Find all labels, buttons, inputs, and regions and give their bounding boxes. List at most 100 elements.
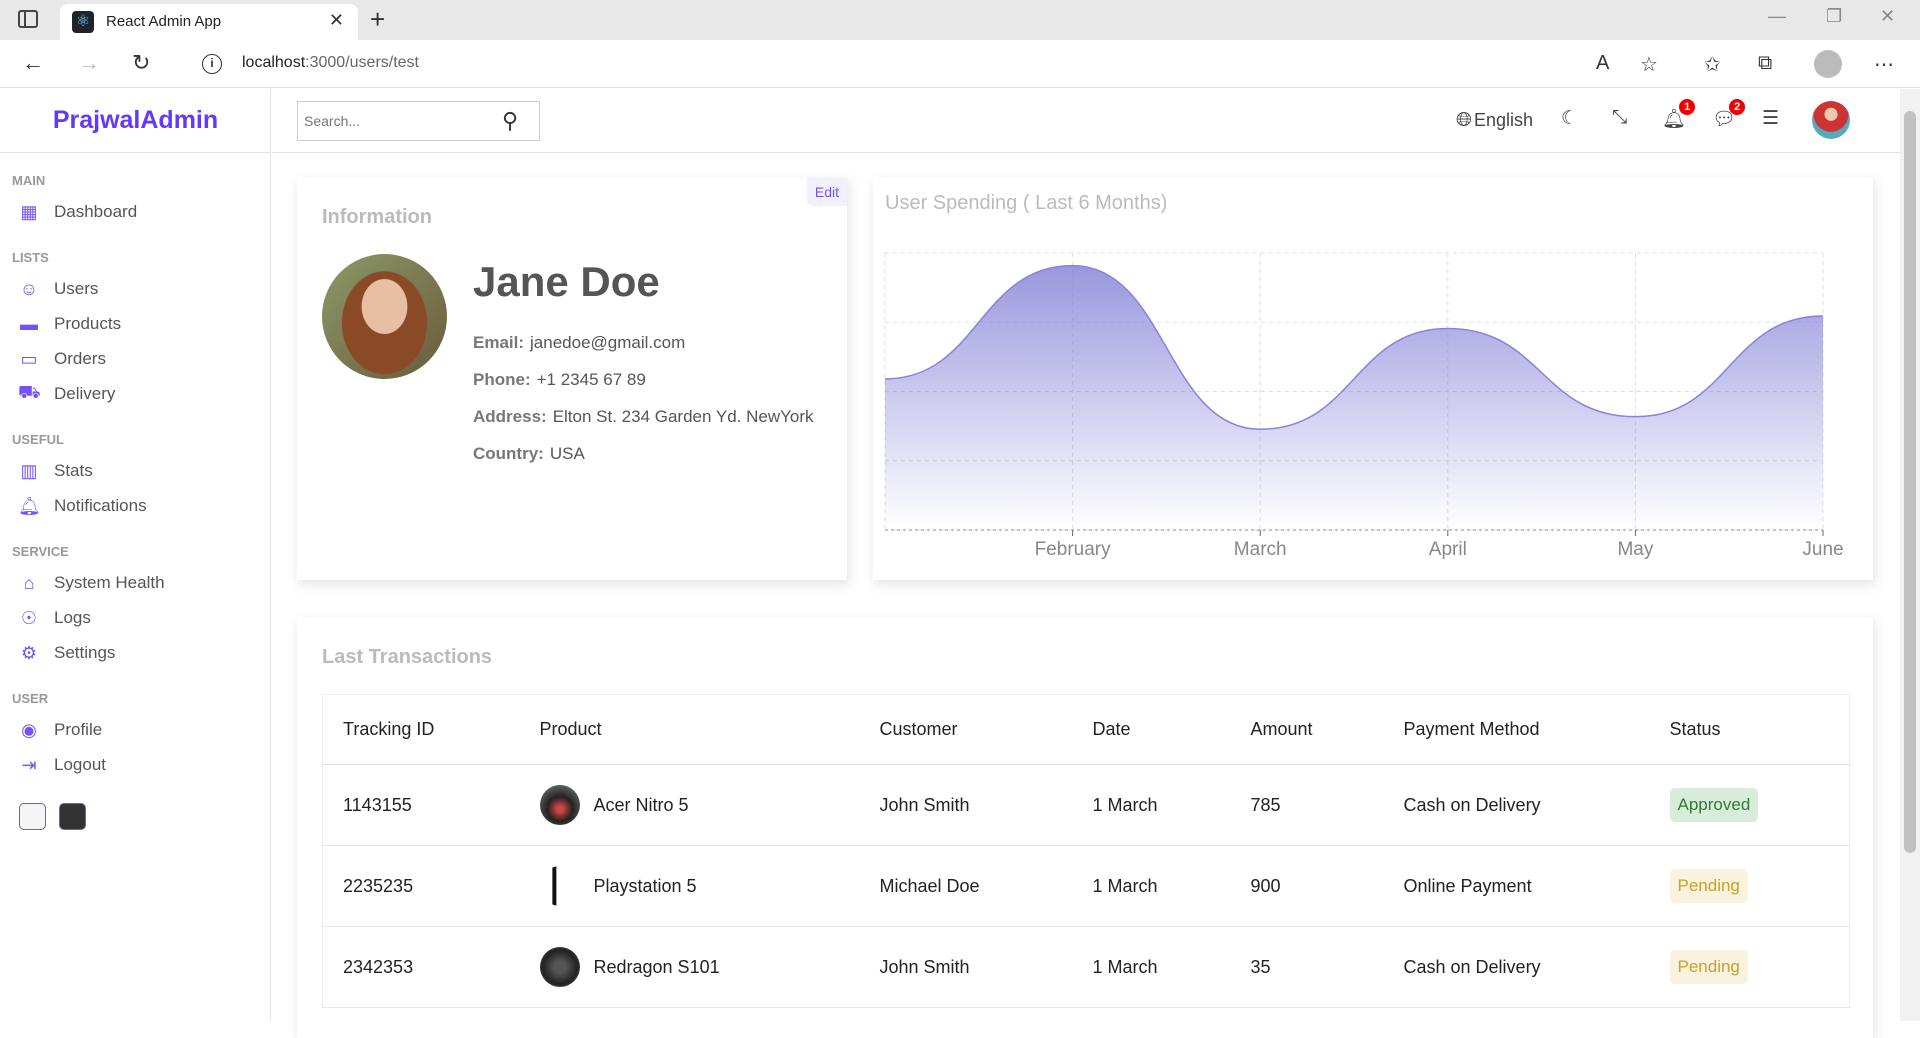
forward-icon[interactable]: →: [78, 50, 100, 76]
user-photo: [322, 254, 447, 379]
reload-icon[interactable]: ↻: [132, 50, 150, 76]
sidebar-item-system-health[interactable]: ⌂ System Health: [18, 568, 258, 598]
site-info-icon[interactable]: i: [202, 54, 222, 74]
top-navbar: ⚲ 🌐︎ English ☾ ⤡ 🔔︎ 1 💬︎ 2 ☰: [272, 89, 1900, 153]
cell-amount: 900: [1231, 846, 1384, 927]
sidebar-item-profile[interactable]: ◉ Profile: [18, 715, 258, 745]
url-field[interactable]: i localhost:3000/users/test: [180, 46, 1680, 82]
tab-title: React Admin App: [106, 13, 221, 30]
chart-x-tick-label: June: [1802, 539, 1843, 560]
avatar[interactable]: [1812, 101, 1850, 139]
sidebar-item-settings[interactable]: ⚙ Settings: [18, 638, 258, 668]
transactions-card: Last Transactions Tracking ID Product Cu…: [297, 618, 1873, 1038]
cell-amount: 785: [1231, 765, 1384, 846]
detail-value: Elton St. 234 Garden Yd. NewYork: [553, 407, 814, 426]
col-customer: Customer: [860, 695, 1073, 765]
page-scrollbar[interactable]: [1900, 89, 1920, 1021]
close-window-icon[interactable]: ✕: [1880, 6, 1895, 27]
table-row[interactable]: 2342353 Redragon S101 John Smith 1 March…: [323, 927, 1850, 1008]
section-title-useful: USEFUL: [12, 432, 64, 447]
scrollbar-thumb[interactable]: [1904, 111, 1916, 853]
minimize-icon[interactable]: —: [1768, 6, 1786, 27]
read-aloud-icon[interactable]: A: [1596, 52, 1609, 75]
search-icon[interactable]: ⚲: [502, 108, 518, 134]
detail-key: Email:: [473, 333, 524, 352]
light-theme-option[interactable]: [19, 803, 46, 830]
app-logo[interactable]: PrajwalAdmin: [0, 89, 271, 153]
favorites-icon[interactable]: ✩: [1704, 52, 1721, 77]
sidebar-item-users[interactable]: ☺ Users: [18, 274, 258, 304]
col-status: Status: [1650, 695, 1850, 765]
url-path: :3000/users/test: [305, 54, 419, 71]
notifications-badge: 1: [1679, 99, 1695, 115]
new-tab-icon[interactable]: +: [370, 4, 385, 35]
logout-icon: ⇥: [18, 755, 40, 776]
status-badge: Pending: [1670, 869, 1748, 903]
table-row[interactable]: 1143155 Acer Nitro 5 John Smith 1 March …: [323, 765, 1850, 846]
transactions-table: Tracking ID Product Customer Date Amount…: [322, 694, 1850, 1008]
sidebar-item-stats[interactable]: ▥ Stats: [18, 456, 258, 486]
favorite-add-icon[interactable]: ☆: [1640, 52, 1658, 77]
url-host: localhost: [242, 54, 305, 71]
tab-actions-icon[interactable]: [18, 10, 38, 28]
store-icon: ▬: [18, 314, 40, 335]
cell-method: Online Payment: [1384, 846, 1650, 927]
notifications-button[interactable]: 🔔︎ 1: [1662, 107, 1686, 131]
spending-chart-card: User Spending ( Last 6 Months) FebruaryM…: [873, 178, 1873, 580]
col-tracking-id: Tracking ID: [323, 695, 520, 765]
restore-icon[interactable]: ❐: [1826, 6, 1842, 27]
sidebar-item-products[interactable]: ▬ Products: [18, 309, 258, 339]
messages-badge: 2: [1729, 99, 1745, 115]
chart-area-fill: [885, 266, 1823, 530]
sidebar-item-delivery[interactable]: ⛟ Delivery: [18, 379, 258, 409]
cell-product: Redragon S101: [520, 927, 860, 1008]
detail-email: Email:janedoe@gmail.com: [473, 333, 685, 353]
sidebar-item-label: Orders: [54, 349, 106, 369]
chart-x-tick-label: May: [1617, 539, 1653, 560]
more-menu-icon[interactable]: ⋯: [1874, 52, 1894, 77]
transactions-title: Last Transactions: [322, 646, 492, 669]
tab-close-icon[interactable]: ✕: [329, 10, 344, 31]
collections-icon[interactable]: ⧉: [1758, 52, 1772, 75]
fullscreen-exit-icon[interactable]: ⤡: [1612, 107, 1627, 129]
bell-icon: 🔔︎: [18, 496, 40, 517]
truck-icon: ⛟: [18, 382, 40, 406]
sidebar-item-label: Products: [54, 314, 121, 334]
cell-customer: John Smith: [860, 927, 1073, 1008]
psychology-icon: ☉: [18, 608, 40, 629]
language-selector[interactable]: 🌐︎ English: [1456, 109, 1533, 132]
react-favicon-icon: ⚛: [72, 11, 94, 33]
cell-method: Cash on Delivery: [1384, 765, 1650, 846]
sidebar-item-logs[interactable]: ☉ Logs: [18, 603, 258, 633]
dark-mode-icon[interactable]: ☾: [1561, 107, 1578, 130]
back-icon[interactable]: ←: [22, 50, 44, 76]
sidebar-item-label: Notifications: [54, 496, 147, 516]
detail-key: Address:: [473, 407, 547, 426]
profile-icon: ◉: [18, 720, 40, 741]
search-input[interactable]: [298, 113, 498, 129]
messages-button[interactable]: 💬︎ 2: [1712, 107, 1736, 131]
sidebar-item-orders[interactable]: ▭ Orders: [18, 344, 258, 374]
col-product: Product: [520, 695, 860, 765]
dark-theme-option[interactable]: [59, 803, 86, 830]
browser-tabbar: ⚛ React Admin App ✕ + — ❐ ✕: [0, 0, 1920, 40]
edit-button[interactable]: Edit: [807, 178, 847, 206]
sidebar-item-label: Users: [54, 279, 98, 299]
user-icon: ☺: [18, 279, 40, 300]
cell-id: 2235235: [323, 846, 520, 927]
sidebar-item-label: Logout: [54, 755, 106, 775]
sidebar: PrajwalAdmin MAIN ▦ Dashboard LISTS ☺ Us…: [0, 89, 271, 1021]
status-badge: Pending: [1670, 950, 1748, 984]
table-row[interactable]: 2235235 Playstation 5 Michael Doe 1 Marc…: [323, 846, 1850, 927]
browser-profile-icon[interactable]: [1814, 50, 1842, 78]
sidebar-item-dashboard[interactable]: ▦ Dashboard: [18, 197, 258, 227]
browser-tab[interactable]: ⚛ React Admin App ✕: [60, 4, 358, 40]
sidebar-item-label: Logs: [54, 608, 91, 628]
product-name: Redragon S101: [594, 957, 720, 978]
chart-x-tick-label: March: [1234, 539, 1287, 560]
sidebar-item-notifications[interactable]: 🔔︎ Notifications: [18, 491, 258, 521]
section-title-lists: LISTS: [12, 250, 49, 265]
sidebar-item-logout[interactable]: ⇥ Logout: [18, 750, 258, 780]
list-icon[interactable]: ☰: [1762, 107, 1779, 130]
cell-id: 1143155: [323, 765, 520, 846]
